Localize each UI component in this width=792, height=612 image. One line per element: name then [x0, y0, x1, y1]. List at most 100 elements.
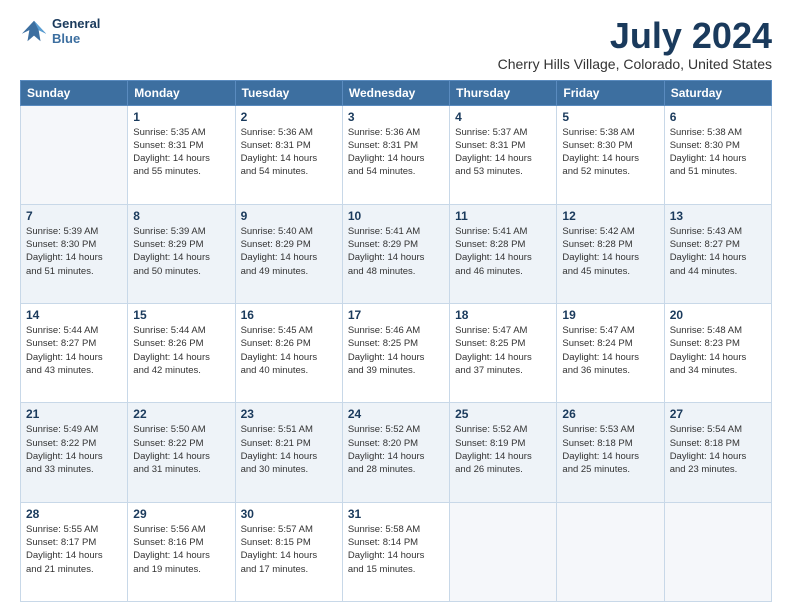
day-info: Sunrise: 5:45 AM Sunset: 8:26 PM Dayligh…	[241, 324, 337, 377]
day-info: Sunrise: 5:39 AM Sunset: 8:30 PM Dayligh…	[26, 225, 122, 278]
day-number: 24	[348, 407, 444, 421]
page: General Blue July 2024 Cherry Hills Vill…	[0, 0, 792, 612]
calendar-cell: 30 Sunrise: 5:57 AM Sunset: 8:15 PM Dayli…	[235, 502, 342, 601]
day-number: 7	[26, 209, 122, 223]
day-info: Sunrise: 5:55 AM Sunset: 8:17 PM Dayligh…	[26, 523, 122, 576]
calendar-week-row: 1Sunrise: 5:35 AM Sunset: 8:31 PM Daylig…	[21, 105, 772, 204]
day-info: Sunrise: 5:42 AM Sunset: 8:28 PM Dayligh…	[562, 225, 658, 278]
calendar-cell: 15 Sunrise: 5:44 AM Sunset: 8:26 PM Dayli…	[128, 304, 235, 403]
day-number: 6	[670, 110, 766, 124]
day-info: Sunrise: 5:54 AM Sunset: 8:18 PM Dayligh…	[670, 423, 766, 476]
calendar-cell: 17 Sunrise: 5:46 AM Sunset: 8:25 PM Dayli…	[342, 304, 449, 403]
day-number: 28	[26, 507, 122, 521]
day-number: 17	[348, 308, 444, 322]
day-info: Sunrise: 5:48 AM Sunset: 8:23 PM Dayligh…	[670, 324, 766, 377]
day-number: 29	[133, 507, 229, 521]
calendar-cell: 20 Sunrise: 5:48 AM Sunset: 8:23 PM Dayli…	[664, 304, 771, 403]
calendar-cell: 3Sunrise: 5:36 AM Sunset: 8:31 PM Daylig…	[342, 105, 449, 204]
day-info: Sunrise: 5:58 AM Sunset: 8:14 PM Dayligh…	[348, 523, 444, 576]
weekday-header: Wednesday	[342, 80, 449, 105]
day-info: Sunrise: 5:49 AM Sunset: 8:22 PM Dayligh…	[26, 423, 122, 476]
calendar-cell: 1Sunrise: 5:35 AM Sunset: 8:31 PM Daylig…	[128, 105, 235, 204]
day-info: Sunrise: 5:46 AM Sunset: 8:25 PM Dayligh…	[348, 324, 444, 377]
day-number: 31	[348, 507, 444, 521]
day-number: 2	[241, 110, 337, 124]
calendar-cell: 24 Sunrise: 5:52 AM Sunset: 8:20 PM Dayli…	[342, 403, 449, 502]
day-number: 3	[348, 110, 444, 124]
day-number: 16	[241, 308, 337, 322]
day-number: 18	[455, 308, 551, 322]
weekday-header: Sunday	[21, 80, 128, 105]
day-info: Sunrise: 5:51 AM Sunset: 8:21 PM Dayligh…	[241, 423, 337, 476]
calendar-week-row: 7 Sunrise: 5:39 AM Sunset: 8:30 PM Daylig…	[21, 204, 772, 303]
calendar-cell: 19Sunrise: 5:47 AM Sunset: 8:24 PM Dayli…	[557, 304, 664, 403]
calendar-cell	[664, 502, 771, 601]
logo: General Blue	[20, 16, 100, 46]
day-number: 22	[133, 407, 229, 421]
calendar-cell: 6 Sunrise: 5:38 AM Sunset: 8:30 PM Daylig…	[664, 105, 771, 204]
subtitle: Cherry Hills Village, Colorado, United S…	[498, 56, 772, 72]
day-number: 1	[133, 110, 229, 124]
calendar-body: 1Sunrise: 5:35 AM Sunset: 8:31 PM Daylig…	[21, 105, 772, 601]
calendar-cell: 7 Sunrise: 5:39 AM Sunset: 8:30 PM Daylig…	[21, 204, 128, 303]
calendar-cell: 2Sunrise: 5:36 AM Sunset: 8:31 PM Daylig…	[235, 105, 342, 204]
weekday-header: Monday	[128, 80, 235, 105]
calendar-cell: 31 Sunrise: 5:58 AM Sunset: 8:14 PM Dayli…	[342, 502, 449, 601]
day-info: Sunrise: 5:41 AM Sunset: 8:28 PM Dayligh…	[455, 225, 551, 278]
weekday-header: Friday	[557, 80, 664, 105]
day-info: Sunrise: 5:57 AM Sunset: 8:15 PM Dayligh…	[241, 523, 337, 576]
calendar-cell: 29Sunrise: 5:56 AM Sunset: 8:16 PM Dayli…	[128, 502, 235, 601]
day-number: 20	[670, 308, 766, 322]
header: General Blue July 2024 Cherry Hills Vill…	[20, 16, 772, 72]
calendar-cell: 18Sunrise: 5:47 AM Sunset: 8:25 PM Dayli…	[450, 304, 557, 403]
calendar-week-row: 14Sunrise: 5:44 AM Sunset: 8:27 PM Dayli…	[21, 304, 772, 403]
calendar-cell: 4 Sunrise: 5:37 AM Sunset: 8:31 PM Daylig…	[450, 105, 557, 204]
day-info: Sunrise: 5:47 AM Sunset: 8:24 PM Dayligh…	[562, 324, 658, 377]
day-info: Sunrise: 5:41 AM Sunset: 8:29 PM Dayligh…	[348, 225, 444, 278]
day-number: 15	[133, 308, 229, 322]
day-number: 23	[241, 407, 337, 421]
weekday-header: Saturday	[664, 80, 771, 105]
title-area: July 2024 Cherry Hills Village, Colorado…	[498, 16, 772, 72]
calendar-cell: 26 Sunrise: 5:53 AM Sunset: 8:18 PM Dayli…	[557, 403, 664, 502]
calendar-cell: 10 Sunrise: 5:41 AM Sunset: 8:29 PM Dayli…	[342, 204, 449, 303]
day-number: 4	[455, 110, 551, 124]
weekday-header: Tuesday	[235, 80, 342, 105]
day-number: 13	[670, 209, 766, 223]
calendar-cell: 14Sunrise: 5:44 AM Sunset: 8:27 PM Dayli…	[21, 304, 128, 403]
day-number: 27	[670, 407, 766, 421]
calendar-cell: 23 Sunrise: 5:51 AM Sunset: 8:21 PM Dayli…	[235, 403, 342, 502]
day-info: Sunrise: 5:52 AM Sunset: 8:20 PM Dayligh…	[348, 423, 444, 476]
calendar-cell: 16 Sunrise: 5:45 AM Sunset: 8:26 PM Dayli…	[235, 304, 342, 403]
day-info: Sunrise: 5:38 AM Sunset: 8:30 PM Dayligh…	[670, 126, 766, 179]
day-info: Sunrise: 5:44 AM Sunset: 8:26 PM Dayligh…	[133, 324, 229, 377]
logo-icon	[20, 17, 48, 45]
day-info: Sunrise: 5:53 AM Sunset: 8:18 PM Dayligh…	[562, 423, 658, 476]
calendar-cell: 13 Sunrise: 5:43 AM Sunset: 8:27 PM Dayli…	[664, 204, 771, 303]
day-info: Sunrise: 5:44 AM Sunset: 8:27 PM Dayligh…	[26, 324, 122, 377]
main-title: July 2024	[498, 16, 772, 56]
logo-text: General Blue	[52, 16, 100, 46]
calendar-cell: 25Sunrise: 5:52 AM Sunset: 8:19 PM Dayli…	[450, 403, 557, 502]
day-info: Sunrise: 5:43 AM Sunset: 8:27 PM Dayligh…	[670, 225, 766, 278]
calendar-cell	[557, 502, 664, 601]
day-info: Sunrise: 5:40 AM Sunset: 8:29 PM Dayligh…	[241, 225, 337, 278]
day-info: Sunrise: 5:50 AM Sunset: 8:22 PM Dayligh…	[133, 423, 229, 476]
day-number: 26	[562, 407, 658, 421]
day-number: 12	[562, 209, 658, 223]
calendar: SundayMondayTuesdayWednesdayThursdayFrid…	[20, 80, 772, 602]
day-info: Sunrise: 5:37 AM Sunset: 8:31 PM Dayligh…	[455, 126, 551, 179]
calendar-cell: 28 Sunrise: 5:55 AM Sunset: 8:17 PM Dayli…	[21, 502, 128, 601]
day-number: 30	[241, 507, 337, 521]
weekday-header: Thursday	[450, 80, 557, 105]
calendar-cell: 9 Sunrise: 5:40 AM Sunset: 8:29 PM Daylig…	[235, 204, 342, 303]
day-number: 9	[241, 209, 337, 223]
calendar-cell: 27 Sunrise: 5:54 AM Sunset: 8:18 PM Dayli…	[664, 403, 771, 502]
calendar-cell: 12 Sunrise: 5:42 AM Sunset: 8:28 PM Dayli…	[557, 204, 664, 303]
calendar-cell: 8Sunrise: 5:39 AM Sunset: 8:29 PM Daylig…	[128, 204, 235, 303]
day-number: 25	[455, 407, 551, 421]
day-info: Sunrise: 5:39 AM Sunset: 8:29 PM Dayligh…	[133, 225, 229, 278]
calendar-cell: 22 Sunrise: 5:50 AM Sunset: 8:22 PM Dayli…	[128, 403, 235, 502]
calendar-cell: 5Sunrise: 5:38 AM Sunset: 8:30 PM Daylig…	[557, 105, 664, 204]
day-number: 10	[348, 209, 444, 223]
